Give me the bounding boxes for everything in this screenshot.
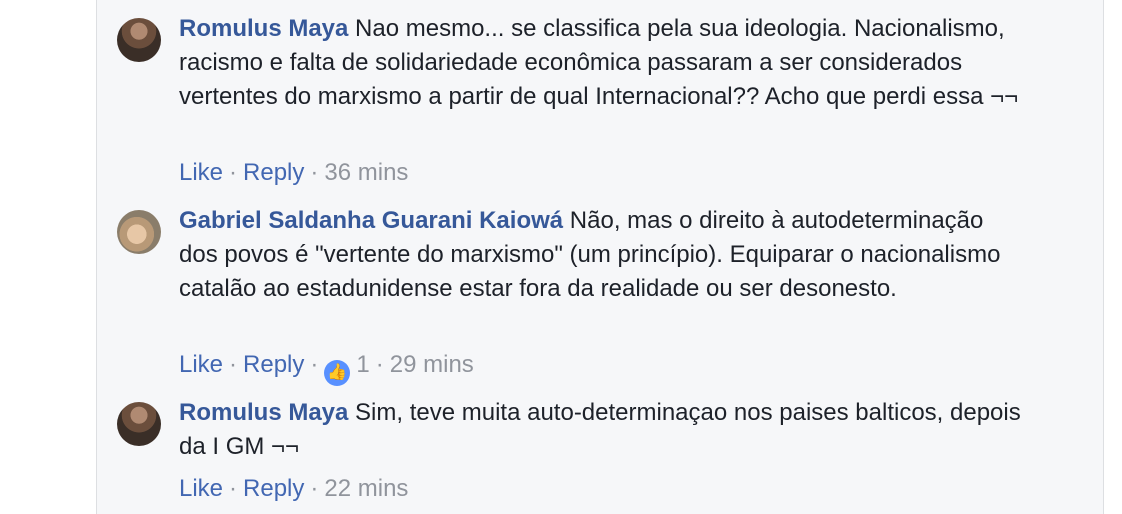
comment-body: Romulus Maya Nao mesmo... se classifica …	[179, 12, 1024, 114]
comments-panel: Romulus Maya Nao mesmo... se classifica …	[96, 0, 1104, 514]
comment-timestamp[interactable]: 22 mins	[324, 475, 408, 502]
comment-author[interactable]: Gabriel Saldanha Guarani Kaiowá	[179, 207, 563, 234]
separator-dot: ·	[229, 351, 238, 378]
comment-timestamp[interactable]: 29 mins	[390, 351, 474, 378]
comment-body: Gabriel Saldanha Guarani Kaiowá Não, mas…	[179, 204, 1024, 306]
comment-actions: Like · Reply · 22 mins	[179, 474, 408, 504]
reply-button[interactable]: Reply	[243, 475, 304, 502]
comment-author[interactable]: Romulus Maya	[179, 15, 348, 42]
comment-timestamp[interactable]: 36 mins	[324, 159, 408, 186]
avatar[interactable]	[117, 210, 161, 254]
comment-body: Romulus Maya Sim, teve muita auto-determ…	[179, 396, 1024, 464]
comment-actions: Like · Reply · 36 mins	[179, 158, 408, 188]
comment-author[interactable]: Romulus Maya	[179, 399, 348, 426]
like-button[interactable]: Like	[179, 351, 223, 378]
avatar[interactable]	[117, 18, 161, 62]
separator-dot: ·	[375, 351, 384, 378]
separator-dot: ·	[310, 475, 319, 502]
reply-button[interactable]: Reply	[243, 159, 304, 186]
like-button[interactable]: Like	[179, 475, 223, 502]
separator-dot: ·	[310, 159, 319, 186]
like-button[interactable]: Like	[179, 159, 223, 186]
reply-button[interactable]: Reply	[243, 351, 304, 378]
separator-dot: ·	[229, 475, 238, 502]
avatar[interactable]	[117, 402, 161, 446]
comment-actions: Like · Reply · 👍 1 · 29 mins	[179, 350, 474, 386]
separator-dot: ·	[229, 159, 238, 186]
thumbs-up-icon[interactable]: 👍	[324, 360, 351, 386]
reaction-count[interactable]: 1	[356, 351, 369, 378]
separator-dot: ·	[310, 351, 319, 378]
